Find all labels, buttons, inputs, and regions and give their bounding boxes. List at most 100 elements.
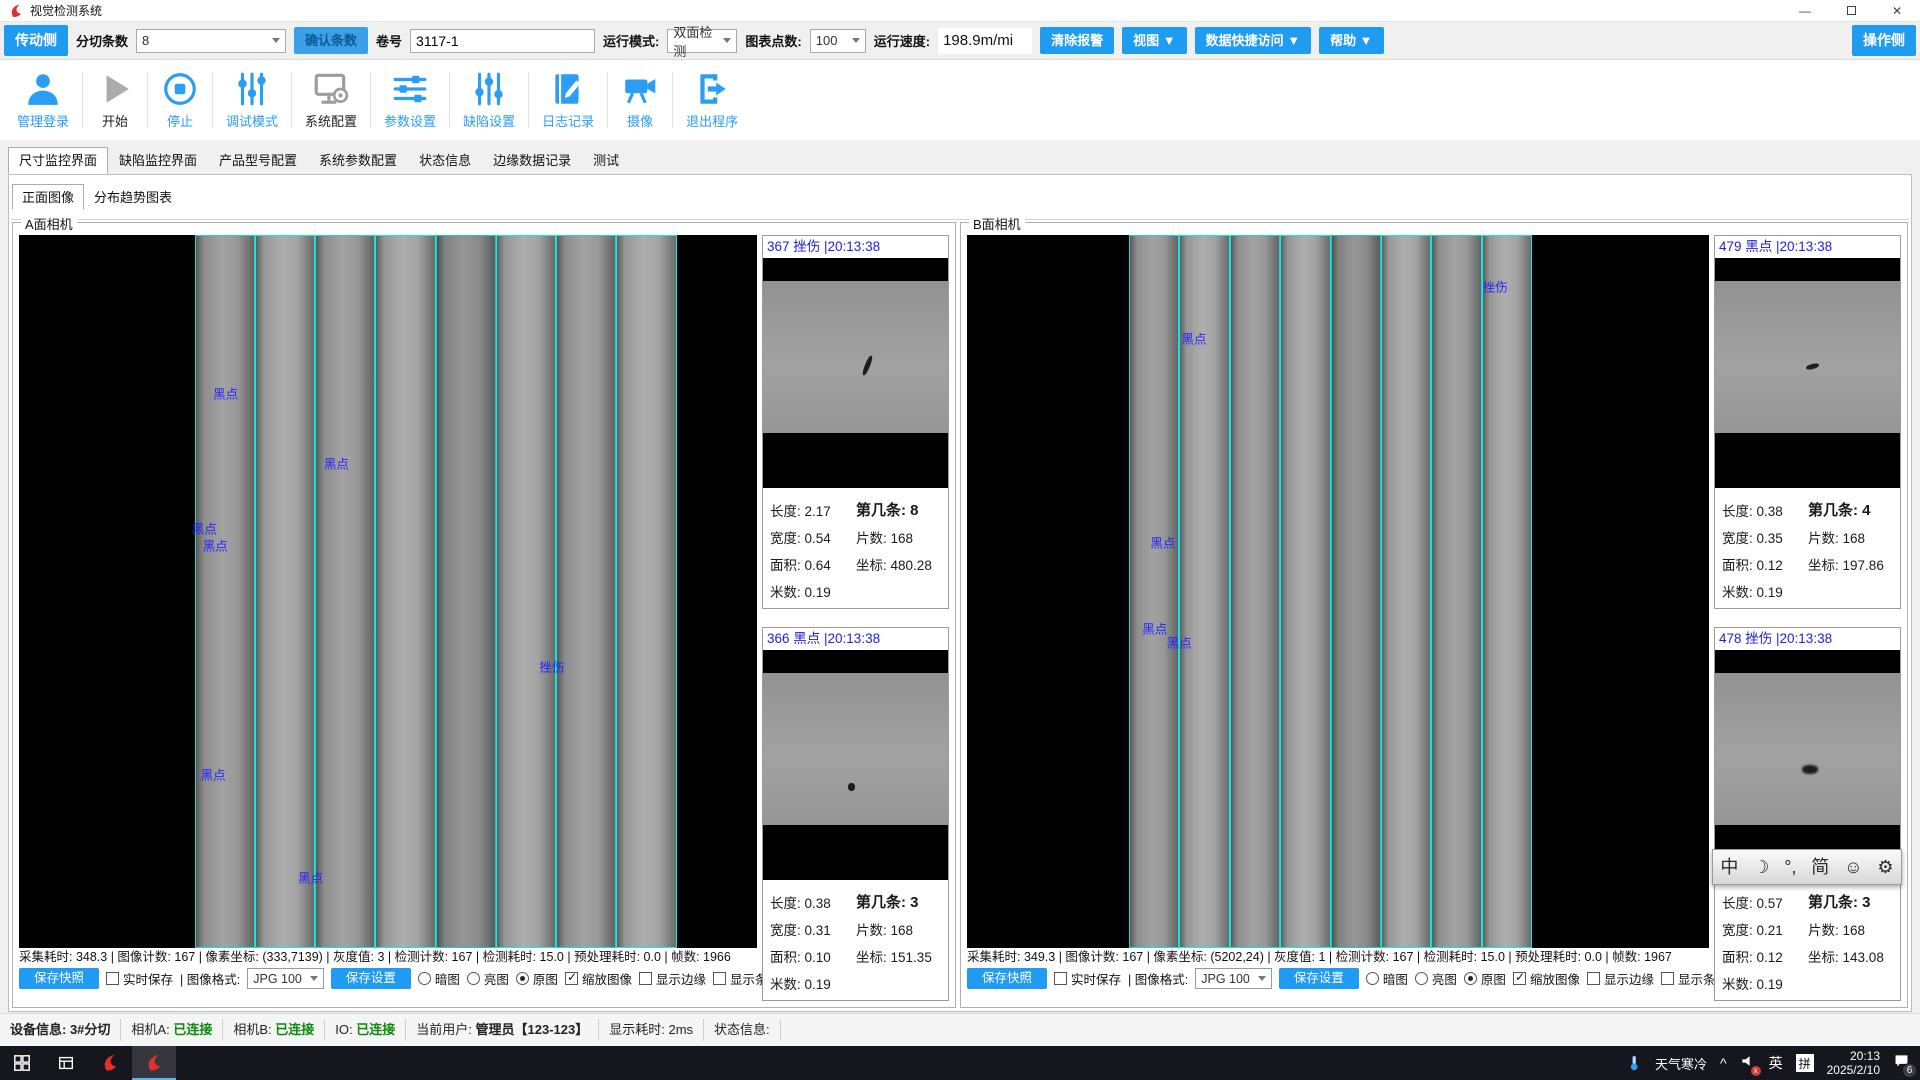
original-image-radio[interactable]: 原图 bbox=[516, 969, 558, 988]
field-label: 宽度: bbox=[770, 531, 801, 546]
taskbar-clock[interactable]: 20:13 2025/2/10 bbox=[1827, 1049, 1880, 1077]
ime-fullwidth-icon[interactable]: ☽ bbox=[1753, 858, 1769, 876]
debug-mode-button[interactable]: 调试模式 bbox=[213, 60, 291, 140]
subtab-front-image[interactable]: 正面图像 bbox=[12, 184, 84, 210]
start-menu-button[interactable] bbox=[0, 1046, 44, 1080]
image-format-dropdown[interactable]: JPG 100 bbox=[247, 968, 324, 989]
realtime-save-checkbox[interactable]: 实时保存 bbox=[106, 969, 173, 988]
confirm-strip-count-button[interactable]: 确认条数 bbox=[294, 27, 368, 54]
roll-number-input[interactable] bbox=[410, 29, 595, 53]
image-format-label: | 图像格式: bbox=[1128, 969, 1188, 988]
ime-mode-toggle[interactable]: 中 bbox=[1720, 858, 1738, 876]
defect-card[interactable]: 479 黑点 |20:13:38 长度: 0.38第几条: 4 宽度: 0.35… bbox=[1714, 235, 1901, 609]
parameter-settings-button[interactable]: 参数设置 bbox=[371, 60, 449, 140]
sub-tab-bar: 正面图像 分布趋势图表 bbox=[12, 184, 182, 210]
camera-b-image[interactable]: 挫伤黑点黑点黑点黑点 bbox=[967, 235, 1709, 948]
field-value: 0.38 bbox=[805, 896, 831, 911]
strip-count-dropdown[interactable]: 8 bbox=[136, 29, 286, 53]
exit-program-button[interactable]: 退出程序 bbox=[673, 60, 751, 140]
camera-b-controls: 保存快照 实时保存 | 图像格式: JPG 100 保存设置 暗图 亮图 原图 … bbox=[967, 967, 1709, 990]
chart-points-dropdown[interactable]: 100 bbox=[810, 29, 866, 53]
bright-image-radio[interactable]: 亮图 bbox=[467, 969, 509, 988]
ime-simplified-toggle[interactable]: 简 bbox=[1811, 858, 1829, 876]
tab-edge-data-record[interactable]: 边缘数据记录 bbox=[482, 147, 582, 174]
admin-login-button[interactable]: 管理登录 bbox=[4, 60, 82, 140]
stop-button[interactable]: 停止 bbox=[148, 60, 212, 140]
operate-side-button[interactable]: 操作侧 bbox=[1852, 25, 1916, 56]
save-settings-button[interactable]: 保存设置 bbox=[331, 968, 411, 989]
minimize-button[interactable]: — bbox=[1782, 0, 1828, 21]
taskbar-app-vision-system[interactable] bbox=[88, 1046, 132, 1080]
taskbar-app-vision-system-active[interactable] bbox=[132, 1046, 176, 1080]
task-view-button[interactable] bbox=[44, 1046, 88, 1080]
zoom-image-checkbox[interactable]: 缩放图像 bbox=[1513, 969, 1580, 988]
field-row: 面积: 0.10坐标: 151.35 bbox=[770, 942, 946, 969]
close-button[interactable]: ✕ bbox=[1874, 0, 1920, 21]
play-icon bbox=[96, 70, 134, 108]
ime-punctuation-icon[interactable]: °, bbox=[1784, 858, 1796, 876]
connected-status: 已连接 bbox=[356, 1022, 395, 1037]
original-image-radio[interactable]: 原图 bbox=[1464, 969, 1506, 988]
tab-size-monitor[interactable]: 尺寸监控界面 bbox=[8, 147, 108, 174]
ime-indicator[interactable]: 拼 bbox=[1796, 1054, 1814, 1072]
defect-card[interactable]: 478 挫伤 |20:13:38 长度: 0.57第几条: 3 宽度: 0.21… bbox=[1714, 627, 1901, 1001]
radio-icon bbox=[1415, 972, 1428, 985]
maximize-button[interactable] bbox=[1828, 0, 1874, 21]
zoom-image-checkbox[interactable]: 缩放图像 bbox=[565, 969, 632, 988]
defect-card[interactable]: 367 挫伤 |20:13:38 长度: 2.17第几条: 8 宽度: 0.54… bbox=[762, 235, 949, 609]
field-width: 宽度: 0.54 bbox=[770, 527, 856, 547]
start-button[interactable]: 开始 bbox=[83, 60, 147, 140]
defect-fields: 长度: 0.57第几条: 3 宽度: 0.21片数: 168 面积: 0.12坐… bbox=[1715, 880, 1900, 1000]
show-edge-checkbox[interactable]: 显示边缘 bbox=[1587, 969, 1654, 988]
main-toolbar: 传动侧 分切条数 8 确认条数 卷号 运行模式: 双面检测 图表点数: 100 … bbox=[0, 22, 1920, 60]
help-menu-button[interactable]: 帮助 ▼ bbox=[1319, 27, 1383, 54]
subtab-distribution-trend-chart[interactable]: 分布趋势图表 bbox=[84, 184, 182, 210]
tab-product-model-config[interactable]: 产品型号配置 bbox=[208, 147, 308, 174]
clear-alarm-button[interactable]: 清除报警 bbox=[1040, 27, 1114, 54]
strip-count-label: 分切条数 bbox=[76, 31, 128, 50]
tab-system-parameter-config[interactable]: 系统参数配置 bbox=[308, 147, 408, 174]
defect-card[interactable]: 366 黑点 |20:13:38 长度: 0.38第几条: 3 宽度: 0.31… bbox=[762, 627, 949, 1001]
ime-settings-gear-icon[interactable]: ⚙ bbox=[1877, 858, 1893, 876]
save-snapshot-button[interactable]: 保存快照 bbox=[19, 968, 99, 989]
field-strip-number: 第几条: 4 bbox=[1808, 499, 1898, 520]
defect-settings-button[interactable]: 缺陷设置 bbox=[450, 60, 528, 140]
view-menu-button[interactable]: 视图 ▼ bbox=[1122, 27, 1186, 54]
camera-b-status-line: 采集耗时: 349.3 | 图像计数: 167 | 像素坐标: (5202,24… bbox=[967, 948, 1709, 967]
save-settings-button[interactable]: 保存设置 bbox=[1279, 968, 1359, 989]
tab-test[interactable]: 测试 bbox=[582, 147, 630, 174]
volume-muted-button[interactable]: x bbox=[1740, 1053, 1756, 1074]
system-config-button[interactable]: 系统配置 bbox=[292, 60, 370, 140]
field-value: 0.19 bbox=[805, 585, 831, 600]
drive-side-button[interactable]: 传动侧 bbox=[4, 25, 68, 56]
weather-text[interactable]: 天气寒冷 bbox=[1655, 1054, 1707, 1073]
field-value: 2.17 bbox=[805, 504, 831, 519]
panel-b-groupbox: B面相机 挫伤黑点黑点黑点黑点 采集耗时: 349.3 | 图像计数: 167 … bbox=[960, 222, 1908, 1008]
log-record-button[interactable]: 日志记录 bbox=[529, 60, 607, 140]
capture-button[interactable]: 摄像 bbox=[608, 60, 672, 140]
thermometer-icon[interactable] bbox=[1626, 1054, 1642, 1072]
dark-image-radio[interactable]: 暗图 bbox=[418, 969, 460, 988]
bright-image-radio[interactable]: 亮图 bbox=[1415, 969, 1457, 988]
field-length: 长度: 0.38 bbox=[770, 892, 856, 912]
cut-strips-a bbox=[195, 235, 677, 948]
checkbox-icon bbox=[639, 972, 652, 985]
realtime-save-checkbox[interactable]: 实时保存 bbox=[1054, 969, 1121, 988]
ime-emoji-icon[interactable]: ☺ bbox=[1844, 858, 1862, 876]
image-format-dropdown[interactable]: JPG 100 bbox=[1195, 968, 1272, 989]
camera-a-image[interactable]: 黑点黑点黑点黑点挫伤黑点黑点 bbox=[19, 235, 757, 948]
app-logo-icon bbox=[100, 1053, 120, 1073]
notification-center-button[interactable]: 6 bbox=[1893, 1052, 1910, 1074]
defect-annotation: 黑点 bbox=[203, 536, 228, 555]
save-snapshot-button[interactable]: 保存快照 bbox=[967, 968, 1047, 989]
field-value: 143.08 bbox=[1843, 950, 1884, 965]
tab-status-info[interactable]: 状态信息 bbox=[408, 147, 482, 174]
dark-image-radio[interactable]: 暗图 bbox=[1366, 969, 1408, 988]
run-mode-dropdown[interactable]: 双面检测 bbox=[667, 29, 737, 53]
show-edge-checkbox[interactable]: 显示边缘 bbox=[639, 969, 706, 988]
roll-number-label: 卷号 bbox=[376, 31, 402, 50]
tray-expand-chevron[interactable]: ^ bbox=[1720, 1055, 1727, 1071]
data-quick-access-menu-button[interactable]: 数据快捷访问 ▼ bbox=[1195, 27, 1311, 54]
language-indicator[interactable]: 英 bbox=[1769, 1053, 1783, 1073]
tab-defect-monitor[interactable]: 缺陷监控界面 bbox=[108, 147, 208, 174]
